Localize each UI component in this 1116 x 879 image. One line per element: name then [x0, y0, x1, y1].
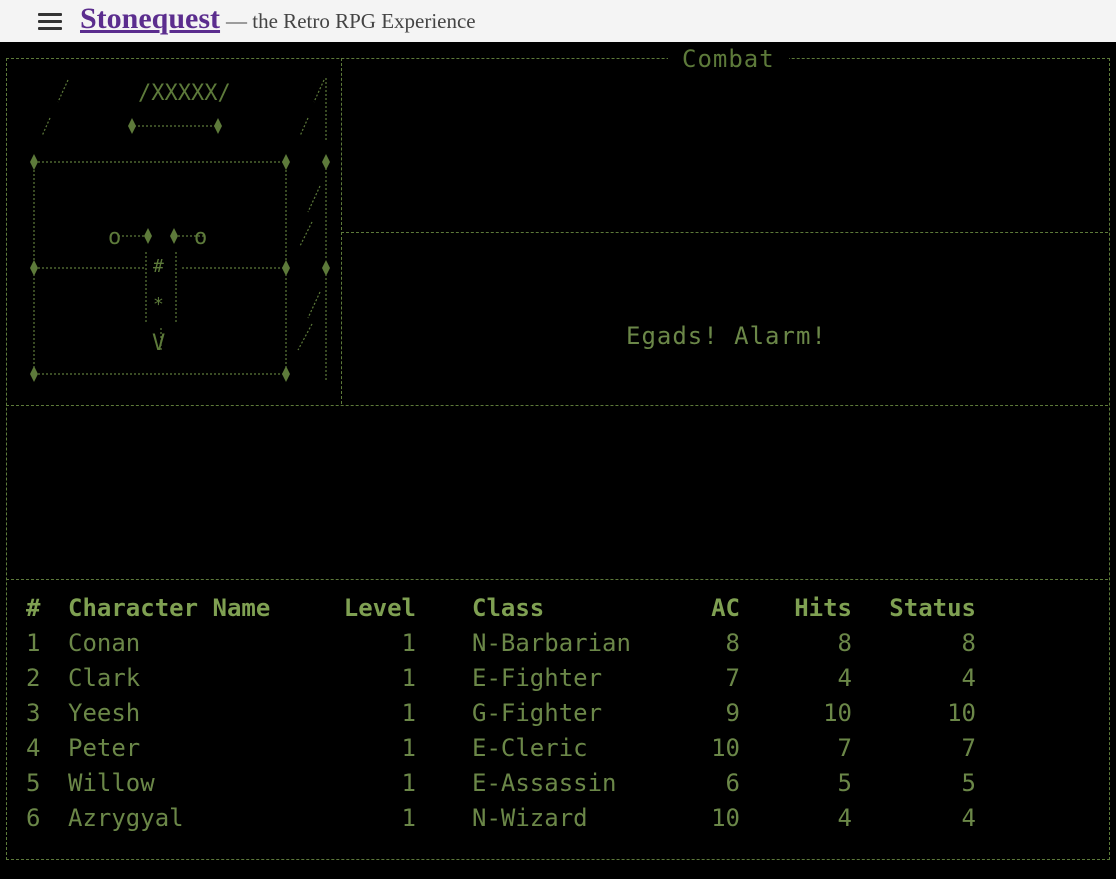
party-row[interactable]: 3 Yeesh 1 G-Fighter 9 10 10: [24, 699, 1024, 729]
combat-divider: [341, 232, 1108, 233]
char-hits: 5: [837, 769, 852, 797]
door-label: /XXXXX/: [138, 81, 231, 106]
party-divider: [6, 579, 1108, 580]
hamburger-menu-icon[interactable]: [37, 11, 63, 33]
char-ac: 10: [711, 734, 740, 762]
svg-text:o: o: [108, 225, 121, 250]
char-num: 3: [26, 699, 41, 727]
char-hits: 8: [837, 629, 852, 657]
char-hits: 4: [837, 804, 852, 832]
char-ac: 9: [725, 699, 740, 727]
maze-view: /XXXXX/ o o # * V: [30, 78, 330, 382]
char-name: Azrygyal: [68, 804, 184, 832]
view-divider: [341, 58, 342, 404]
char-ac: 8: [725, 629, 740, 657]
char-num: 4: [26, 734, 41, 762]
char-name: Yeesh: [68, 699, 141, 727]
char-num: 6: [26, 804, 41, 832]
svg-text:o: o: [194, 225, 207, 250]
char-status: 4: [961, 664, 976, 692]
header-hits: Hits: [794, 594, 852, 622]
party-header-row: # Character Name Level Class AC Hits Sta…: [24, 594, 1024, 624]
combat-message: Egads! Alarm!: [626, 322, 827, 350]
svg-text:V: V: [152, 331, 165, 356]
party-row[interactable]: 5 Willow 1 E-Assassin 6 5 5: [24, 769, 1024, 799]
svg-text:#: #: [153, 256, 164, 277]
view-bottom-divider: [6, 405, 1108, 406]
char-status: 8: [961, 629, 976, 657]
char-level: 1: [401, 699, 416, 727]
char-class: N-Barbarian: [472, 629, 631, 657]
char-name: Peter: [68, 734, 141, 762]
char-level: 1: [401, 804, 416, 832]
char-status: 10: [947, 699, 976, 727]
party-row[interactable]: 1 Conan 1 N-Barbarian 8 8 8: [24, 629, 1024, 659]
char-status: 4: [961, 804, 976, 832]
char-ac: 6: [725, 769, 740, 797]
char-hits: 4: [837, 664, 852, 692]
header-status: Status: [889, 594, 976, 622]
char-name: Willow: [68, 769, 155, 797]
char-status: 5: [961, 769, 976, 797]
char-level: 1: [401, 664, 416, 692]
char-class: E-Cleric: [472, 734, 588, 762]
party-row[interactable]: 2 Clark 1 E-Fighter 7 4 4: [24, 664, 1024, 694]
char-class: E-Fighter: [472, 664, 603, 692]
site-tagline: — the Retro RPG Experience: [226, 9, 476, 33]
svg-text:*: *: [153, 294, 164, 315]
site-brand: Stonequest — the Retro RPG Experience: [80, 2, 476, 36]
char-class: E-Assassin: [472, 769, 617, 797]
char-name: Clark: [68, 664, 141, 692]
party-row[interactable]: 4 Peter 1 E-Cleric 10 7 7: [24, 734, 1024, 764]
char-hits: 10: [823, 699, 852, 727]
char-level: 1: [401, 769, 416, 797]
header-class: Class: [472, 594, 545, 622]
game-screen[interactable]: Combat /XXXXX/ o o # * V Egads! Alarm! #…: [0, 42, 1116, 879]
char-num: 1: [26, 629, 41, 657]
char-num: 5: [26, 769, 41, 797]
char-num: 2: [26, 664, 41, 692]
header-num: #: [26, 594, 41, 622]
char-level: 1: [401, 734, 416, 762]
char-class: N-Wizard: [472, 804, 588, 832]
char-status: 7: [961, 734, 976, 762]
party-row[interactable]: 6 Azrygyal 1 N-Wizard 10 4 4: [24, 804, 1024, 834]
char-hits: 7: [837, 734, 852, 762]
char-level: 1: [401, 629, 416, 657]
char-ac: 7: [725, 664, 740, 692]
header-ac: AC: [711, 594, 740, 622]
site-title-link[interactable]: Stonequest: [80, 2, 220, 35]
char-ac: 10: [711, 804, 740, 832]
header-name: Character Name: [68, 594, 271, 622]
top-bar: Stonequest — the Retro RPG Experience: [0, 0, 1116, 42]
char-name: Conan: [68, 629, 141, 657]
header-level: Level: [343, 594, 416, 622]
combat-title: Combat: [668, 44, 789, 74]
char-class: G-Fighter: [472, 699, 603, 727]
